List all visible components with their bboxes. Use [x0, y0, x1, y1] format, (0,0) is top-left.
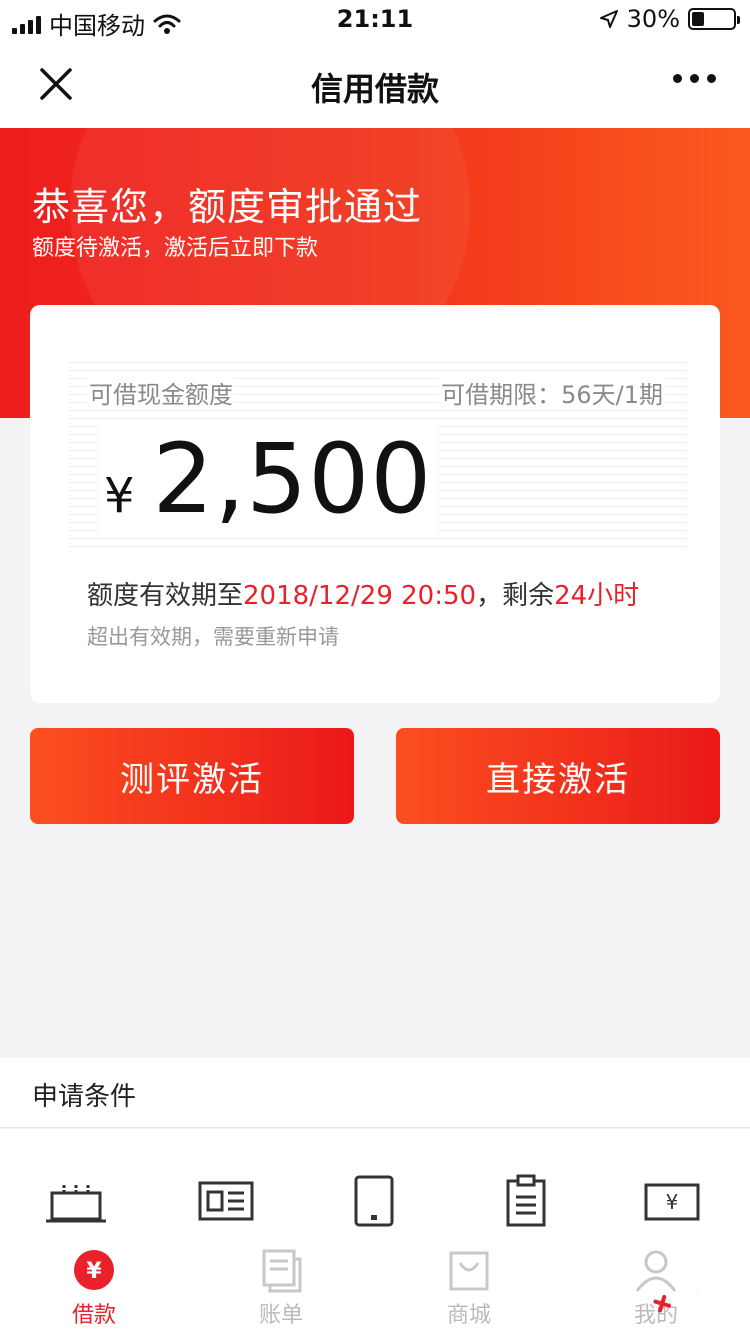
direct-activate-button[interactable]: 直接激活	[396, 728, 720, 824]
tab-label: 账单	[258, 1303, 303, 1328]
validity-remaining: 24小时	[554, 581, 640, 611]
location-arrow-icon	[599, 10, 618, 28]
conditions-title: 申请条件	[32, 1082, 137, 1112]
hero-subtitle: 额度待激活，激活后立即下款	[32, 236, 319, 261]
page-title: 信用借款	[310, 70, 439, 108]
bill-icon	[262, 1249, 302, 1293]
validity-note: 超出有效期，需要重新申请	[87, 625, 339, 649]
evaluate-activate-button[interactable]: 测评激活	[30, 728, 354, 824]
svg-text:¥: ¥	[86, 1259, 102, 1284]
svg-text:¥: ¥	[666, 1190, 679, 1214]
limit-label: 可借现金额度	[87, 375, 235, 410]
more-icon[interactable]	[673, 74, 716, 83]
conditions-icons: ¥	[0, 1129, 750, 1239]
battery-percent: 30%	[626, 5, 680, 33]
svg-text:卡农社区: 卡农社区	[666, 1250, 748, 1309]
status-bar: 中国移动 21:11 30%	[0, 0, 750, 40]
term-label: 可借期限：56天/1期	[439, 375, 665, 410]
currency-symbol: ¥	[104, 468, 135, 524]
clipboard-icon	[506, 1174, 546, 1227]
id-card-icon	[198, 1181, 254, 1221]
validity-date: 2018/12/29 20:50	[243, 581, 477, 611]
tab-loan[interactable]: ¥ 借款	[34, 1247, 154, 1329]
battery-icon	[688, 8, 740, 30]
tab-label: 借款	[71, 1303, 116, 1328]
hero-title: 恭喜您，额度审批通过	[32, 185, 423, 229]
conditions-header: 申请条件	[0, 1058, 750, 1128]
credit-amount: 2,500	[152, 423, 433, 535]
shop-bag-icon	[449, 1251, 489, 1291]
tab-label: 商城	[446, 1303, 491, 1328]
tab-bill[interactable]: 账单	[221, 1247, 341, 1329]
bank-card-icon: ¥	[644, 1183, 700, 1221]
credit-card-panel: 可借现金额度 可借期限：56天/1期 ¥ 2,500 额度有效期至2018/12…	[30, 305, 720, 703]
tab-shop[interactable]: 商城	[409, 1247, 529, 1329]
amount-display: ¥ 2,500	[98, 423, 439, 535]
nav-bar: 信用借款	[0, 40, 750, 128]
validity-line: 额度有效期至2018/12/29 20:50，剩余24小时	[87, 575, 639, 612]
age-icon	[46, 1185, 106, 1223]
yuan-icon: ¥	[74, 1250, 114, 1290]
status-right: 30%	[599, 5, 740, 33]
watermark-logo: 卡农社区	[653, 1250, 748, 1313]
validity-mid: ，剩余	[476, 581, 555, 611]
validity-prefix: 额度有效期至	[87, 581, 244, 611]
phone-icon	[354, 1175, 394, 1227]
